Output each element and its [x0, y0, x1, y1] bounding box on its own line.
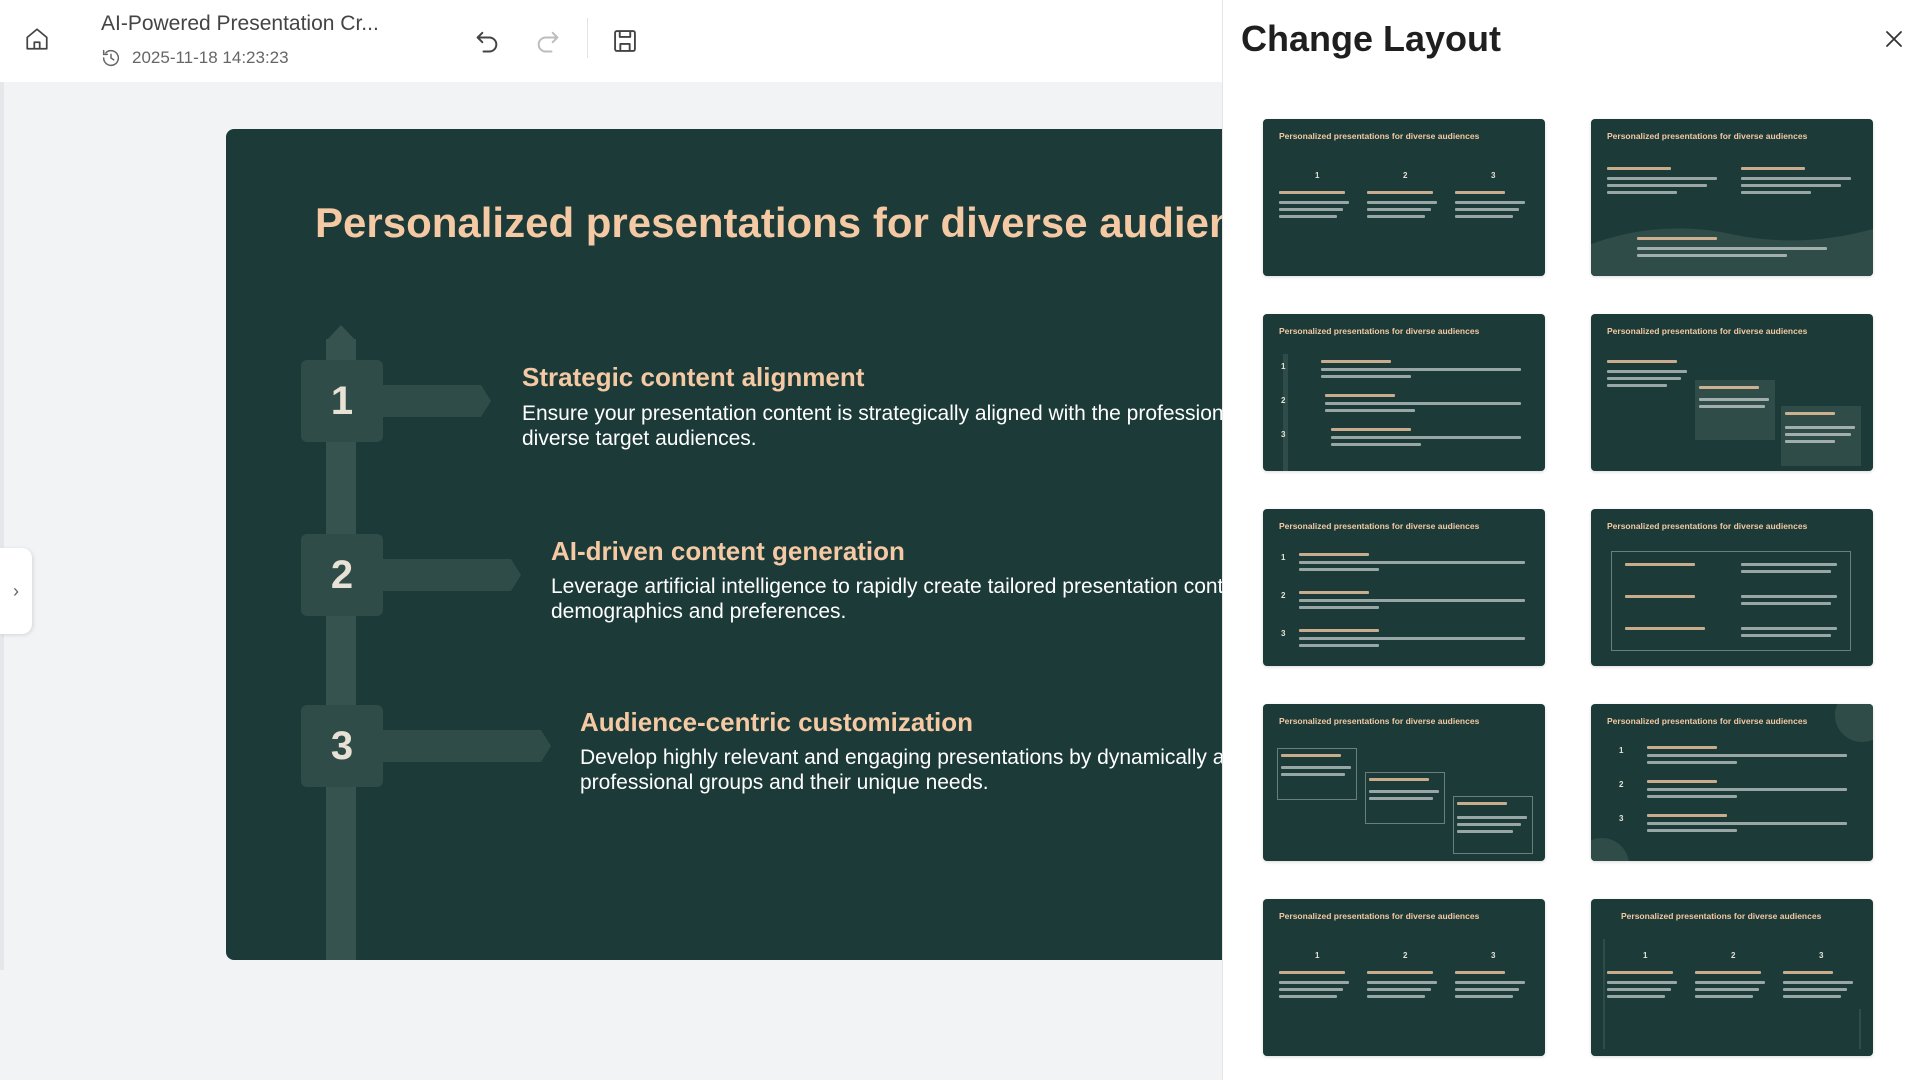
- step-2-description[interactable]: Leverage artificial intelligence to rapi…: [551, 574, 1253, 624]
- layout-option[interactable]: Personalized presentations for diverse a…: [1263, 899, 1545, 1056]
- layout-option[interactable]: Personalized presentations for diverse a…: [1591, 119, 1873, 276]
- slide-canvas[interactable]: Personalized presentations for diverse a…: [226, 129, 1376, 960]
- layout-option[interactable]: Personalized presentations for diverse a…: [1591, 899, 1873, 1056]
- layout-thumb-number: 2: [1731, 951, 1736, 960]
- layout-thumb-number: 3: [1619, 814, 1624, 823]
- document-title[interactable]: AI-Powered Presentation Cr...: [101, 12, 379, 36]
- layout-option[interactable]: Personalized presentations for diverse a…: [1591, 509, 1873, 666]
- layout-thumb-number: 2: [1281, 396, 1286, 405]
- layout-option[interactable]: Personalized presentations for diverse a…: [1591, 314, 1873, 471]
- layout-thumb-title: Personalized presentations for diverse a…: [1607, 716, 1808, 726]
- layout-thumb-number: 3: [1281, 430, 1286, 439]
- layout-thumb-number: 1: [1315, 171, 1320, 180]
- chevron-right-icon: ›: [13, 580, 19, 601]
- change-layout-panel: Change Layout Personalized presentations…: [1222, 0, 1920, 1080]
- step-3-description[interactable]: Develop highly relevant and engaging pre…: [580, 745, 1297, 795]
- layout-thumb-title: Personalized presentations for diverse a…: [1279, 521, 1480, 531]
- timestamp-text: 2025-11-18 14:23:23: [132, 48, 289, 67]
- expand-sidebar-button[interactable]: ›: [0, 548, 32, 634]
- step-1-arrow: [371, 385, 491, 417]
- step-1-title[interactable]: Strategic content alignment: [522, 362, 864, 393]
- top-toolbar: AI-Powered Presentation Cr... 2025-11-18…: [0, 0, 1222, 82]
- step-3-number: 3: [301, 705, 383, 787]
- panel-title: Change Layout: [1241, 18, 1502, 59]
- step-1-description[interactable]: Ensure your presentation content is stra…: [522, 401, 1240, 451]
- layout-thumb-number: 3: [1491, 171, 1496, 180]
- close-icon: [1886, 31, 1902, 47]
- layout-option[interactable]: Personalized presentations for diverse a…: [1263, 704, 1545, 861]
- step-2-title[interactable]: AI-driven content generation: [551, 536, 905, 567]
- layout-thumb-number: 2: [1281, 591, 1286, 600]
- layout-thumb-title: Personalized presentations for diverse a…: [1607, 326, 1808, 336]
- layout-option[interactable]: Personalized presentations for diverse a…: [1263, 119, 1545, 276]
- undo-icon: [476, 31, 498, 53]
- save-icon: [614, 30, 636, 52]
- layout-option[interactable]: Personalized presentations for diverse a…: [1263, 509, 1545, 666]
- step-1-number: 1: [301, 360, 383, 442]
- close-panel-button[interactable]: [1879, 24, 1909, 54]
- layout-thumb-number: 1: [1315, 951, 1320, 960]
- save-button[interactable]: [608, 24, 642, 58]
- layout-thumb-title: Personalized presentations for diverse a…: [1607, 521, 1808, 531]
- layout-thumb-number: 2: [1619, 780, 1624, 789]
- step-2-arrow: [371, 559, 521, 591]
- step-2-desc-line-1: Leverage artificial intelligence to rapi…: [551, 575, 1253, 598]
- step-1-desc-line-2: diverse target audiences.: [522, 427, 757, 451]
- step-3-title[interactable]: Audience-centric customization: [580, 707, 973, 738]
- step-2-number: 2: [301, 534, 383, 616]
- step-1-desc-line-1: Ensure your presentation content is stra…: [522, 402, 1240, 425]
- layout-thumb-title: Personalized presentations for diverse a…: [1279, 131, 1480, 141]
- clock-history-icon: [102, 49, 120, 67]
- layout-thumb-title: Personalized presentations for diverse a…: [1279, 911, 1480, 921]
- home-button[interactable]: [22, 24, 52, 54]
- layout-option[interactable]: Personalized presentations for diverse a…: [1591, 704, 1873, 861]
- left-rail: [0, 82, 4, 970]
- step-3-arrow: [371, 730, 551, 762]
- layout-thumb-number: 1: [1281, 362, 1286, 371]
- layout-grid: Personalized presentations for diverse a…: [1263, 119, 1883, 1056]
- layout-thumb-number: 1: [1643, 951, 1648, 960]
- slide-title[interactable]: Personalized presentations for diverse a…: [315, 199, 1305, 247]
- layout-thumb-title: Personalized presentations for diverse a…: [1607, 131, 1808, 141]
- layout-thumb-title: Personalized presentations for diverse a…: [1279, 716, 1480, 726]
- redo-icon: [537, 31, 559, 53]
- step-2-desc-line-2: demographics and preferences.: [551, 600, 847, 624]
- layout-thumb-number: 3: [1819, 951, 1824, 960]
- redo-button[interactable]: [531, 24, 565, 58]
- layout-thumb-title: Personalized presentations for diverse a…: [1621, 911, 1822, 921]
- layout-thumb-number: 1: [1619, 746, 1624, 755]
- step-3-desc-line-2: professional groups and their unique nee…: [580, 771, 989, 795]
- layout-thumb-number: 3: [1281, 629, 1286, 638]
- step-3-desc-line-1: Develop highly relevant and engaging pre…: [580, 746, 1297, 769]
- layout-thumb-number: 2: [1403, 171, 1408, 180]
- toolbar-divider: [587, 18, 588, 58]
- save-timestamp: 2025-11-18 14:23:23: [100, 47, 289, 69]
- layout-option[interactable]: Personalized presentations for diverse a…: [1263, 314, 1545, 471]
- layout-thumb-title: Personalized presentations for diverse a…: [1279, 326, 1480, 336]
- layout-thumb-number: 1: [1281, 553, 1286, 562]
- layout-thumb-number: 2: [1403, 951, 1408, 960]
- layout-thumb-number: 3: [1491, 951, 1496, 960]
- home-icon: [26, 28, 48, 50]
- undo-button[interactable]: [470, 24, 504, 58]
